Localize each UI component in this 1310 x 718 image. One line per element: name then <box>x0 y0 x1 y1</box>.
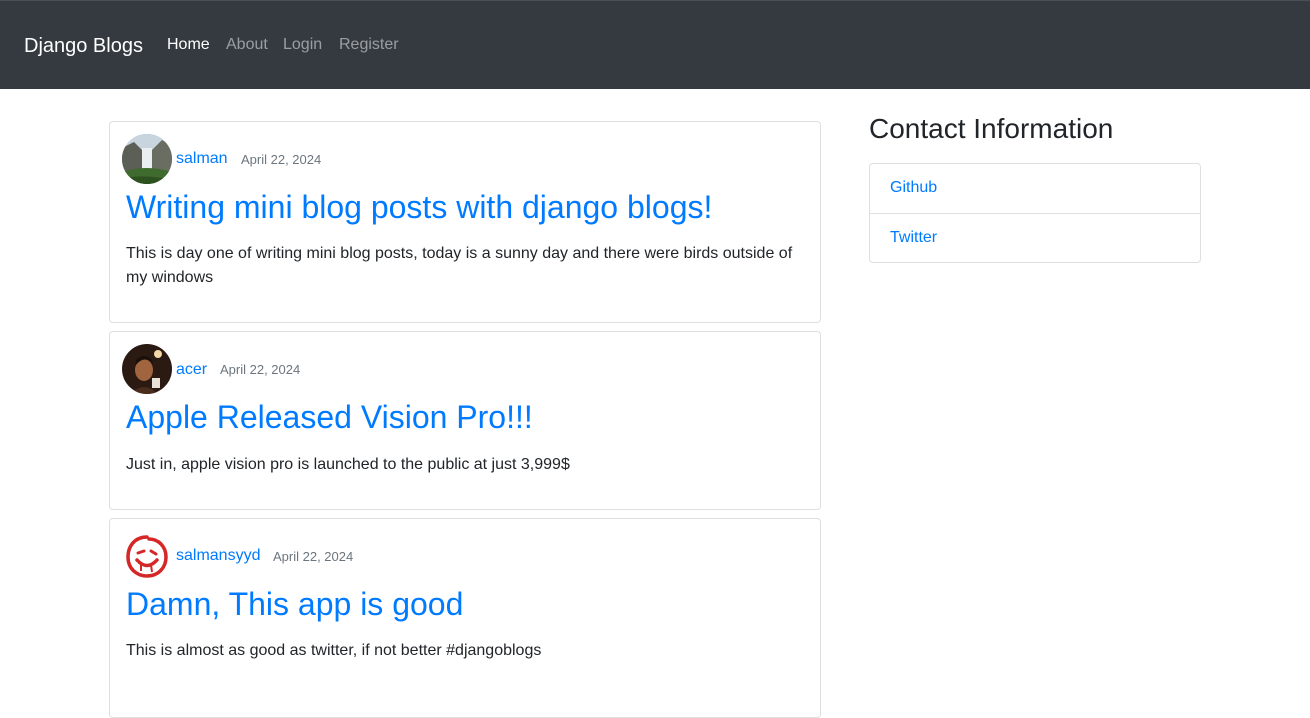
post-card: salmansyyd April 22, 2024 Damn, This app… <box>109 518 821 718</box>
person-portrait-photo-icon <box>122 344 172 394</box>
post-date: April 22, 2024 <box>220 362 301 377</box>
post-content: This is almost as good as twitter, if no… <box>126 642 542 659</box>
post-date: April 22, 2024 <box>241 152 322 167</box>
contact-link-twitter[interactable]: Twitter <box>870 213 1200 262</box>
nav-link-register[interactable]: Register <box>339 36 399 54</box>
post-author-link[interactable]: salman <box>176 150 228 168</box>
post-title-link[interactable]: Damn, This app is good <box>126 585 463 623</box>
waterfall-landscape-photo-icon <box>122 134 172 184</box>
nav-link-about[interactable]: About <box>226 36 268 54</box>
contact-link-github[interactable]: Github <box>870 164 1200 213</box>
author-avatar <box>122 531 172 581</box>
red-smiley-drawing-icon <box>122 531 172 581</box>
post-title-link[interactable]: Apple Released Vision Pro!!! <box>126 398 533 436</box>
author-avatar <box>122 344 172 394</box>
post-content: Just in, apple vision pro is launched to… <box>126 456 570 473</box>
post-date: April 22, 2024 <box>273 549 354 564</box>
author-avatar <box>122 134 172 184</box>
brand-link[interactable]: Django Blogs <box>24 35 143 57</box>
nav-link-login[interactable]: Login <box>283 36 322 54</box>
post-author-link[interactable]: acer <box>176 361 207 379</box>
post-card: acer April 22, 2024 Apple Released Visio… <box>109 331 821 510</box>
navbar: Django Blogs Home About Login Register <box>0 0 1310 89</box>
post-title-link[interactable]: Writing mini blog posts with django blog… <box>126 188 712 226</box>
nav-link-home[interactable]: Home <box>167 36 210 54</box>
contact-list: Github Twitter <box>869 163 1201 263</box>
sidebar-title: Contact Information <box>869 113 1114 144</box>
post-author-link[interactable]: salmansyyd <box>176 547 260 565</box>
post-card: salman April 22, 2024 Writing mini blog … <box>109 121 821 323</box>
post-content: This is day one of writing mini blog pos… <box>126 245 793 286</box>
